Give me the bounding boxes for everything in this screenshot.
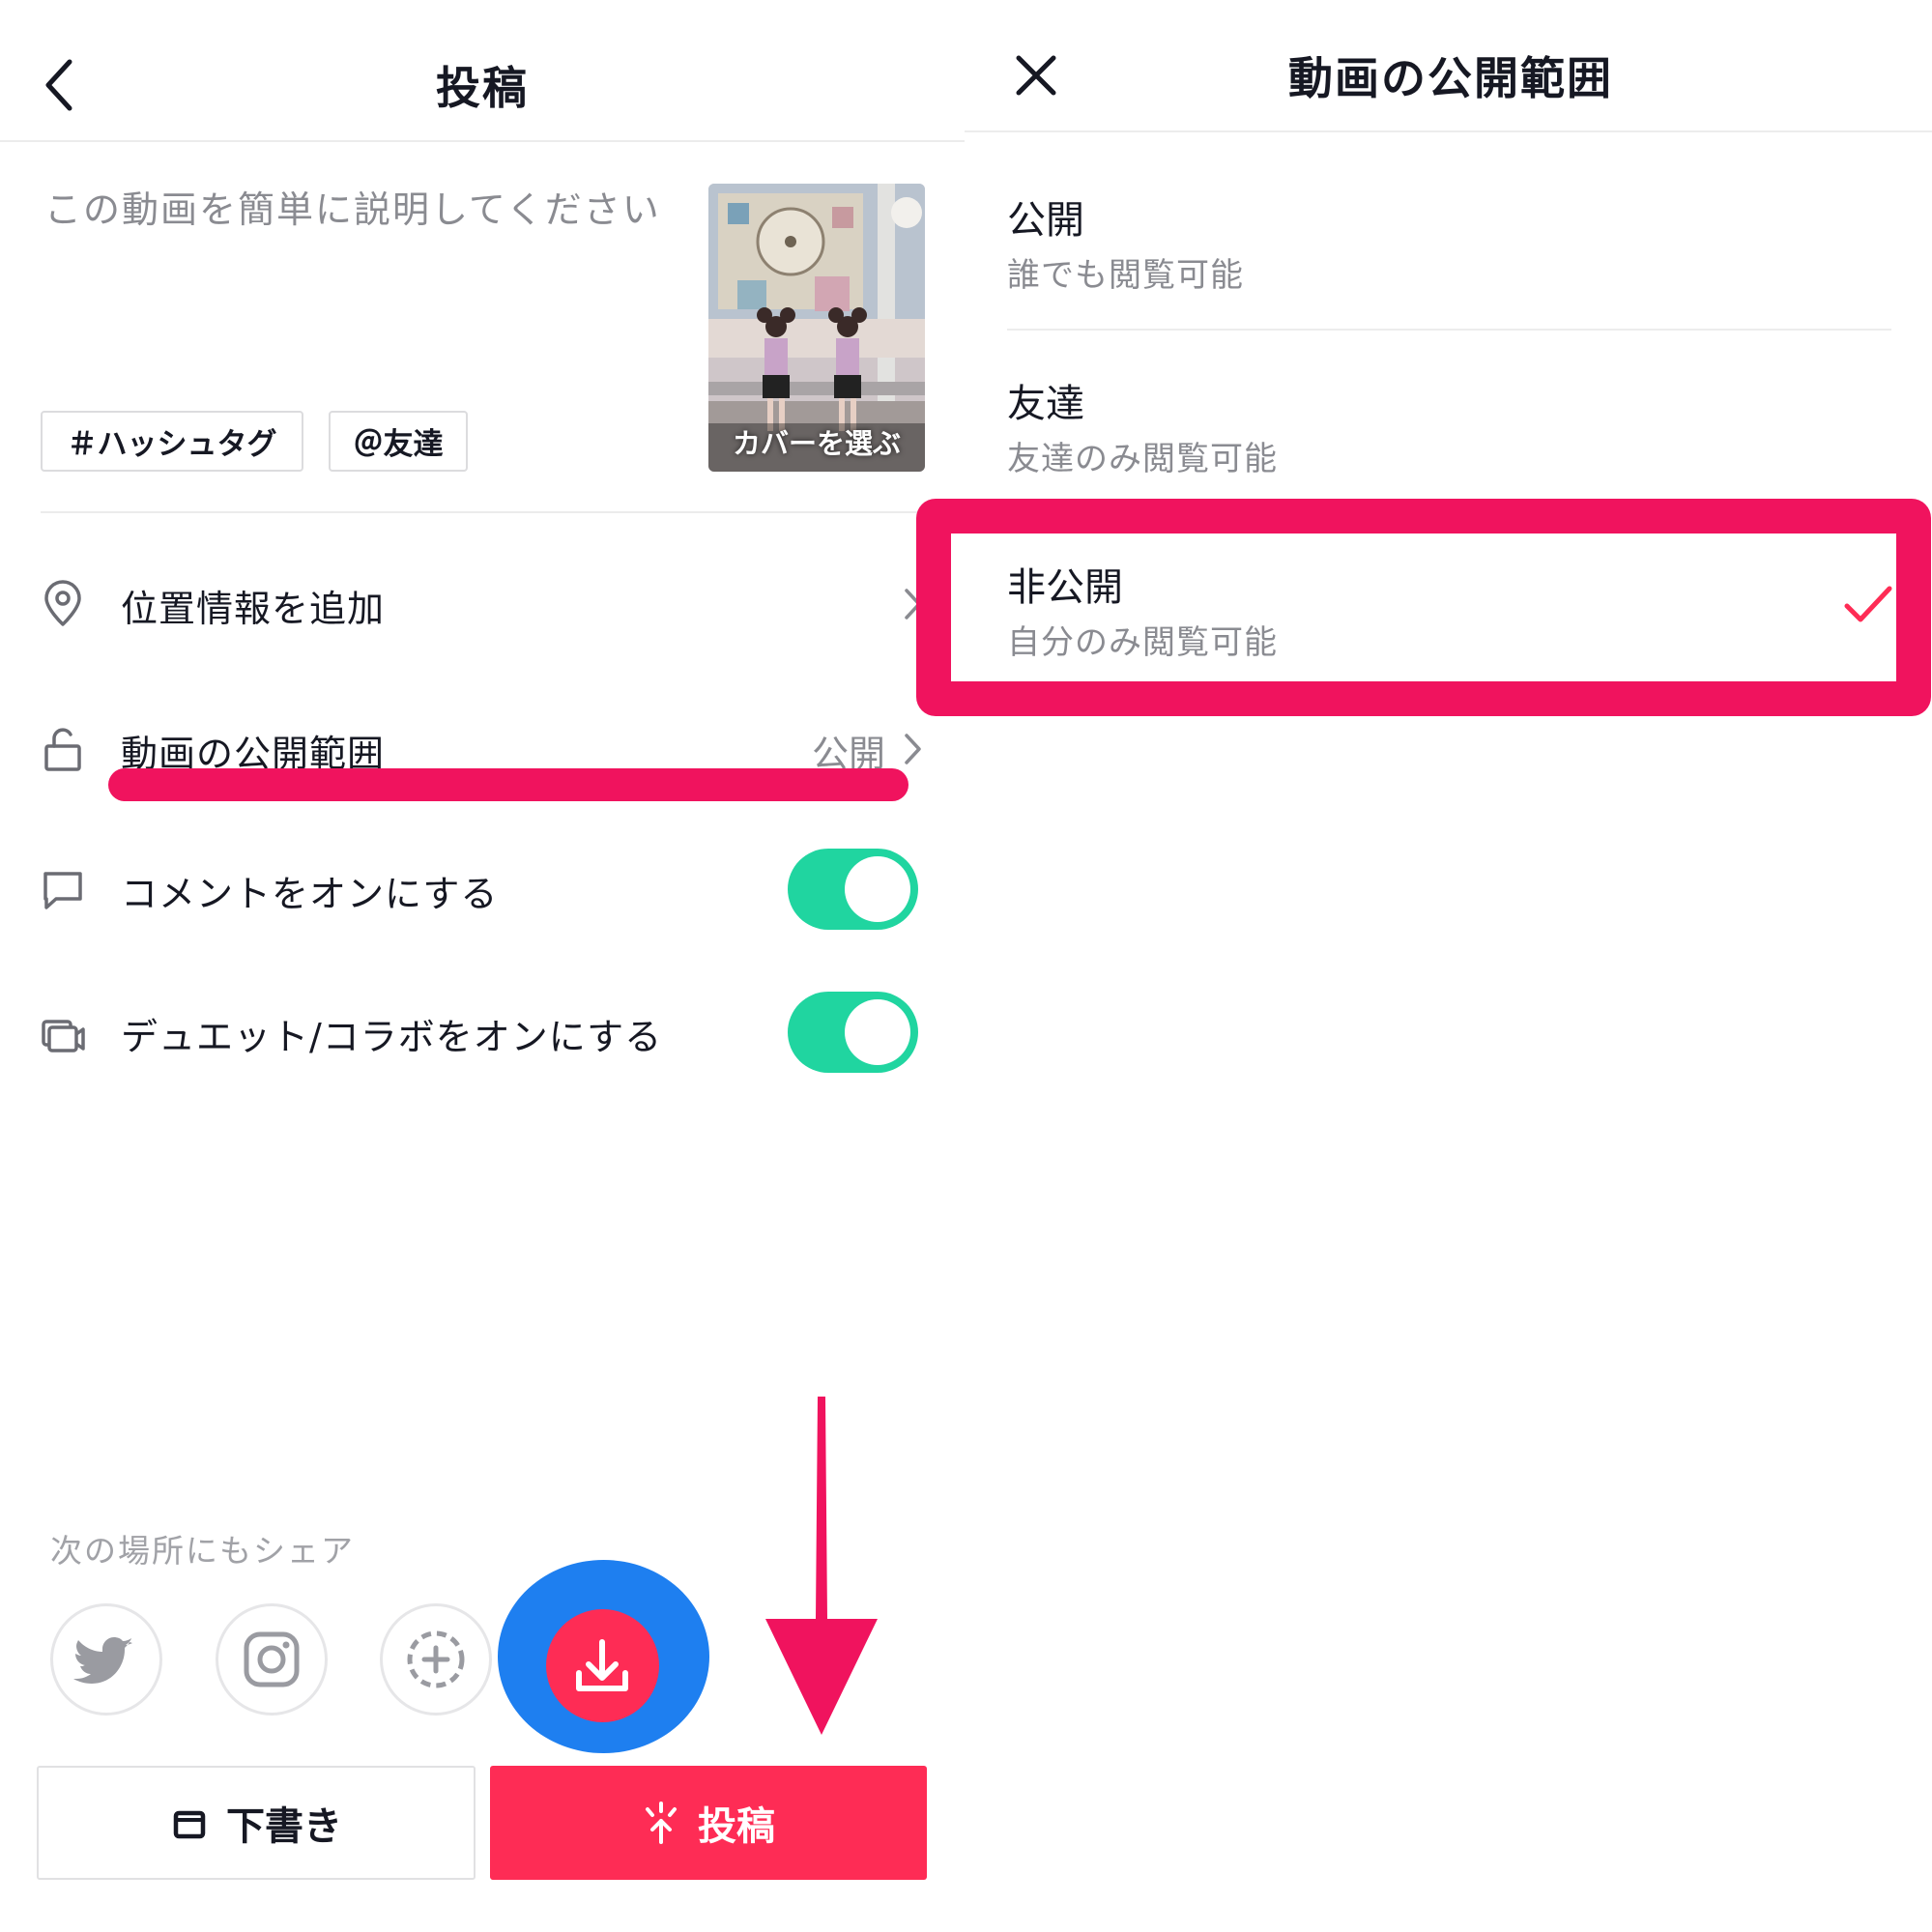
mention-friend-button[interactable]: ＠友達	[329, 411, 468, 472]
privacy-option-private[interactable]: 非公開 自分のみ閲覧可能	[965, 536, 1932, 710]
option-title: 公開	[1007, 198, 1084, 243]
post-header: 投稿	[0, 0, 965, 142]
checkmark-icon	[1844, 586, 1892, 622]
divider	[41, 511, 925, 513]
chevron-right-icon	[905, 734, 921, 764]
privacy-option-friends[interactable]: 友達 友達のみ閲覧可能	[965, 353, 1932, 527]
download-icon	[576, 1639, 628, 1691]
draft-button[interactable]: 下書き	[37, 1766, 476, 1880]
post-button[interactable]: 投稿	[490, 1766, 927, 1880]
share-instagram-button[interactable]	[216, 1603, 328, 1716]
privacy-option-public[interactable]: 公開 誰でも閲覧可能	[965, 169, 1932, 343]
description-input[interactable]: この動画を簡単に説明してください	[44, 180, 661, 233]
option-subtitle: 自分のみ閲覧可能	[1007, 623, 1278, 662]
duet-toggle[interactable]	[788, 992, 918, 1073]
chevron-right-icon	[905, 589, 921, 620]
option-subtitle: 友達のみ閲覧可能	[1007, 440, 1278, 478]
option-subtitle: 誰でも閲覧可能	[1007, 256, 1244, 295]
duet-toggle-row: デュエット/コラボをオンにする	[0, 984, 965, 1081]
cover-label: カバーを選ぶ	[732, 427, 901, 460]
duet-camera-icon	[42, 1020, 85, 1053]
duet-label: デュエット/コラボをオンにする	[121, 1016, 663, 1058]
comment-label: コメントをオンにする	[121, 873, 499, 915]
share-more-button[interactable]	[380, 1603, 492, 1716]
divider	[1007, 329, 1891, 331]
post-screen: 投稿 この動画を簡単に説明してください カバーを選ぶ ＃ハッシュタグ ＠友達 位…	[0, 0, 965, 1932]
share-twitter-button[interactable]	[50, 1603, 162, 1716]
unlock-icon	[44, 728, 81, 771]
post-upload-icon	[646, 1802, 677, 1844]
hashtag-button[interactable]: ＃ハッシュタグ	[41, 411, 303, 472]
annotation-arrow	[765, 1397, 878, 1735]
location-label: 位置情報を追加	[121, 588, 386, 630]
privacy-header: 動画の公開範囲	[965, 0, 1932, 132]
twitter-icon	[73, 1637, 132, 1684]
cover-select-button[interactable]: カバーを選ぶ	[708, 184, 925, 472]
privacy-title: 動画の公開範囲	[1288, 52, 1613, 104]
draft-label: 下書き	[226, 1804, 342, 1849]
page-title: 投稿	[436, 62, 529, 114]
option-title: 友達	[1007, 382, 1084, 426]
instagram-icon	[244, 1631, 300, 1687]
add-more-icon	[407, 1630, 465, 1688]
post-label: 投稿	[698, 1804, 775, 1849]
toggle-knob	[845, 856, 910, 922]
toggle-knob	[845, 999, 910, 1065]
add-location-row[interactable]: 位置情報を追加	[0, 556, 965, 652]
comment-icon	[43, 872, 82, 909]
download-button[interactable]	[546, 1609, 659, 1722]
option-title: 非公開	[1007, 565, 1123, 610]
privacy-screen: 動画の公開範囲 公開 誰でも閲覧可能 友達 友達のみ閲覧可能 非公開 自分のみ閲…	[965, 0, 1932, 1932]
annotation-underline	[108, 768, 908, 801]
comment-toggle-row: コメントをオンにする	[0, 841, 965, 937]
share-label: 次の場所にもシェア	[50, 1532, 355, 1570]
location-pin-icon	[44, 580, 81, 626]
comment-toggle[interactable]	[788, 849, 918, 930]
draft-box-icon	[173, 1810, 206, 1839]
